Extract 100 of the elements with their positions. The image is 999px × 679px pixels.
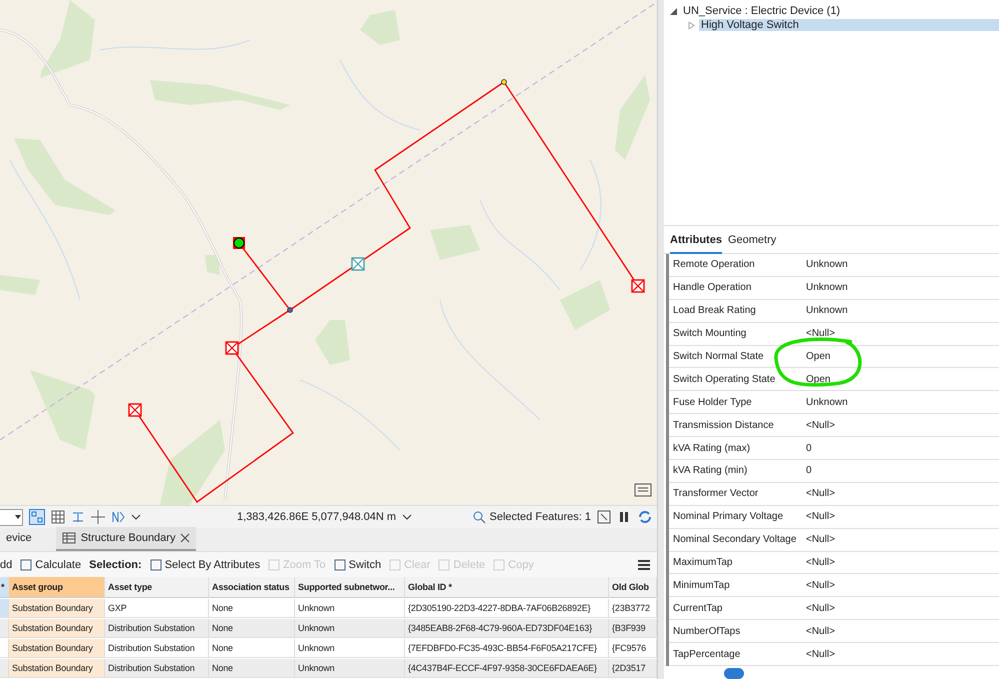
tool-icon	[438, 558, 450, 570]
table-cell: {3485EAB8-2F68-4C79-960A-ED73DF04E163}	[405, 619, 609, 638]
attribute-value: Unknown	[806, 282, 849, 294]
attribute-value: Unknown	[806, 259, 849, 270]
attribute-value: <Null>	[806, 511, 836, 522]
zoom-icon	[472, 510, 486, 524]
column-header[interactable]: Old Glob	[609, 577, 657, 598]
switch-symbol-icon	[631, 279, 645, 293]
chevron-icon	[402, 513, 412, 521]
table-cell: {B3F939	[609, 619, 657, 638]
table-cell: None	[209, 599, 295, 618]
tool-icon	[150, 558, 162, 570]
north-arrow-icon	[111, 510, 125, 524]
selection-label: Selection:	[89, 558, 142, 570]
vegetation-area	[0, 275, 40, 295]
attribute-name: Remote Operation	[673, 259, 756, 270]
junction-dot-icon	[501, 79, 507, 85]
panel-splitter[interactable]	[657, 0, 664, 679]
attribute-value: <Null>	[806, 420, 836, 431]
extent-icon	[597, 510, 611, 524]
table-cell: {23B3772	[609, 599, 657, 618]
row-selector[interactable]	[0, 659, 9, 678]
attribute-value: <Null>	[806, 602, 836, 614]
view-tab[interactable]: Structure Boundary	[56, 527, 196, 551]
column-header[interactable]: Asset type	[105, 577, 209, 598]
scale-field[interactable]	[0, 508, 23, 526]
table-cell: Unknown	[295, 619, 405, 638]
column-header[interactable]: Global ID *	[405, 577, 609, 598]
table-cell: None	[209, 639, 295, 658]
table-cell: Unknown	[295, 599, 405, 618]
switch-symbol-icon	[351, 257, 365, 271]
table-cell: Distribution Substation	[105, 639, 209, 658]
attribute-name: Transformer Vector	[673, 488, 760, 500]
row-selector[interactable]	[0, 619, 9, 638]
grid-add-icon	[29, 509, 45, 525]
attribute-name: Switch Mounting	[673, 328, 748, 340]
attribute-name: Load Break Rating	[673, 305, 757, 316]
vegetation-area	[560, 280, 610, 330]
tool-icon	[20, 558, 32, 570]
tool-icon	[389, 558, 402, 570]
attribute-value: <Null>	[806, 648, 836, 660]
table-cell: Unknown	[295, 659, 405, 678]
table-cell: Substation Boundary	[9, 599, 105, 618]
table-cell: Distribution Substation	[105, 659, 209, 678]
table-cell: None	[209, 619, 295, 638]
attribute-name: MaximumTap	[673, 557, 734, 568]
panel-tab[interactable]: Geometry	[728, 234, 776, 254]
junction-dot-icon	[287, 307, 293, 313]
attribute-name: TapPercentage	[673, 648, 742, 660]
tool-icon	[493, 558, 506, 570]
attribute-name: Nominal Primary Voltage	[673, 511, 784, 522]
table-cell: Distribution Substation	[105, 619, 209, 638]
attribute-value: Open	[806, 351, 832, 362]
tool-icon	[268, 558, 280, 570]
toolbar-button[interactable]: dd	[0, 558, 12, 570]
row-selector[interactable]	[0, 599, 9, 618]
view-tab[interactable]: evice	[0, 527, 38, 551]
attribute-value: Unknown	[806, 305, 849, 316]
attribute-name: Fuse Holder Type	[673, 396, 753, 408]
tree-item[interactable]: UN_Service : Electric Device (1)	[681, 5, 840, 17]
toolbar-button[interactable]: Calculate	[20, 558, 82, 570]
attribute-value: <Null>	[806, 557, 836, 568]
column-header[interactable]: Supported subnetwor...	[295, 577, 405, 598]
map-coordinates: 1,383,426.86E 5,077,948.04N m	[237, 511, 396, 523]
attribute-value: <Null>	[806, 626, 836, 637]
switch-symbol-icon	[128, 403, 142, 417]
column-header[interactable]: *	[0, 577, 9, 598]
toggle-switch[interactable]	[724, 668, 744, 679]
tool-icon	[334, 558, 346, 570]
column-header[interactable]: Association status	[209, 577, 295, 598]
pause-icon	[617, 510, 631, 524]
tree-item[interactable]: High Voltage Switch	[699, 19, 999, 31]
switch-symbol-icon	[225, 341, 239, 355]
attribute-name: Nominal Secondary Voltage	[673, 534, 798, 546]
table-cell: {FC9576	[609, 639, 657, 658]
attribute-value: <Null>	[806, 488, 836, 500]
attribute-name: CurrentTap	[673, 602, 724, 614]
table-cell: Substation Boundary	[9, 659, 105, 678]
table-cell: Substation Boundary	[9, 639, 105, 658]
table-cell: {2D3517	[609, 659, 657, 678]
table-cell: {7EFDBFD0-FC35-493C-BB54-F6F05A217CFE}	[405, 639, 609, 658]
attribute-name: NumberOfTaps	[673, 626, 742, 637]
crosshair-icon	[91, 510, 105, 524]
attribute-name: Transmission Distance	[673, 420, 775, 431]
attribute-name: MinimumTap	[673, 580, 731, 591]
table-cell: Unknown	[295, 639, 405, 658]
column-header[interactable]: Asset group	[9, 577, 105, 598]
row-selector[interactable]	[0, 639, 9, 658]
panel-tab[interactable]: Attributes	[670, 234, 722, 254]
grid-icon	[51, 510, 65, 524]
attribute-value: 0	[806, 442, 813, 454]
tab-label: evice	[6, 532, 32, 544]
selected-features-button[interactable]: Selected Features: 1	[472, 510, 591, 524]
toolbar-button[interactable]: Switch	[334, 558, 382, 570]
snapping-icon	[71, 510, 85, 524]
toolbar-button[interactable]: Select By Attributes	[150, 558, 260, 570]
vegetation-area	[315, 320, 350, 365]
attribute-name: Handle Operation	[673, 282, 752, 294]
table-cell: Substation Boundary	[9, 619, 105, 638]
attribute-name: Switch Operating State	[673, 374, 776, 385]
